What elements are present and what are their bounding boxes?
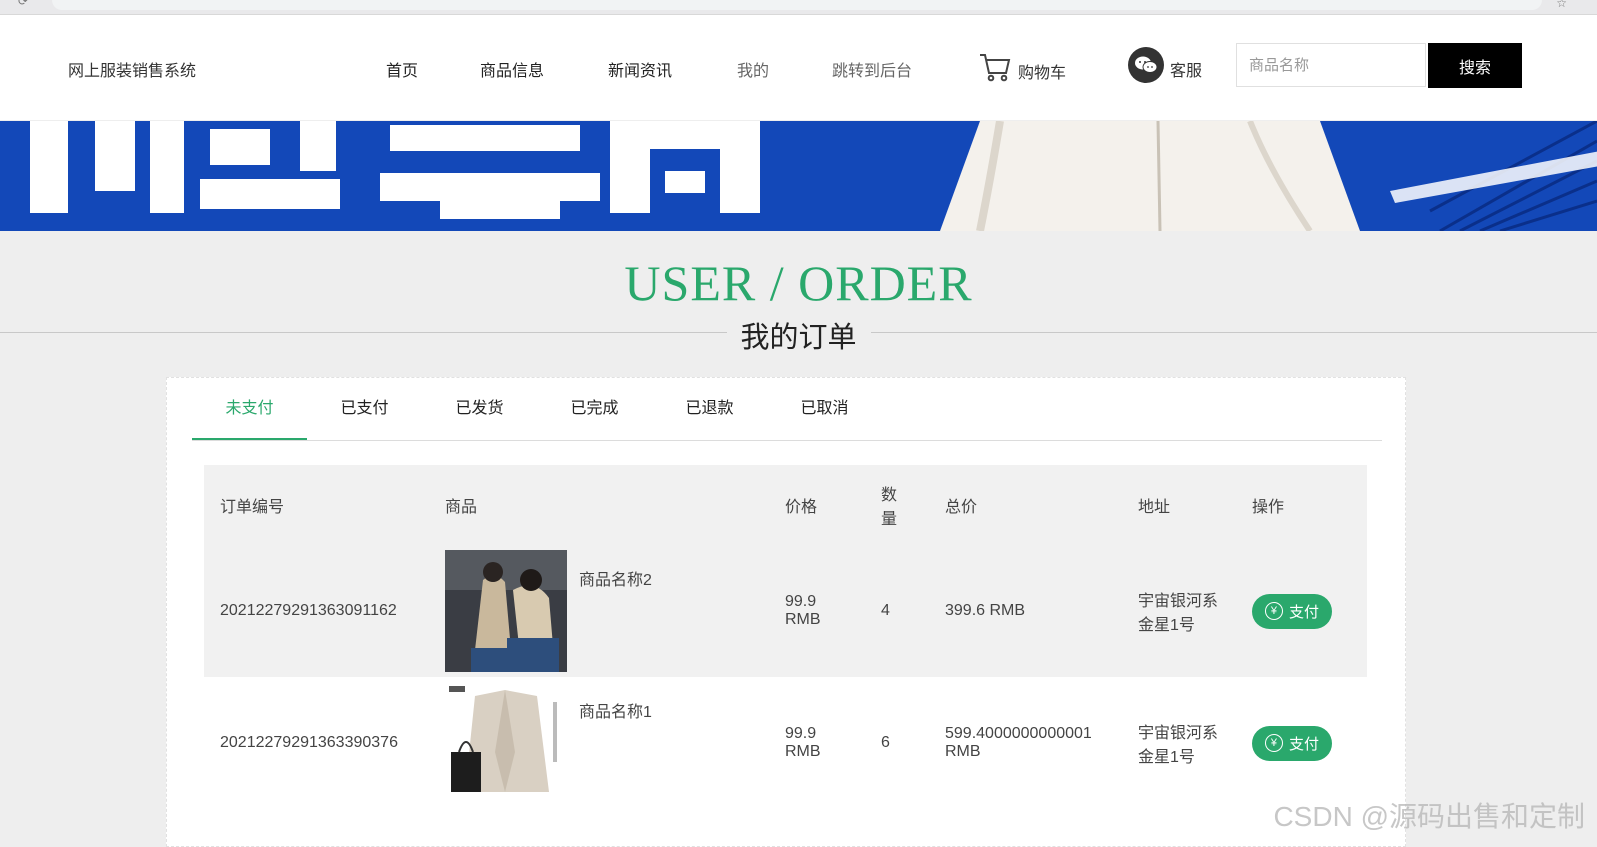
- promo-banner: [0, 121, 1597, 231]
- nav-mine[interactable]: 我的: [737, 57, 769, 81]
- col-header-address: 地址: [1138, 499, 1171, 516]
- product-cell: 商品名称1: [445, 682, 753, 804]
- tab-shipped[interactable]: 已发货: [422, 378, 537, 439]
- product-name[interactable]: 商品名称1: [579, 698, 652, 722]
- order-status-tabs: 未支付 已支付 已发货 已完成 已退款 已取消: [192, 378, 1382, 441]
- tab-cancelled[interactable]: 已取消: [767, 378, 882, 439]
- bookmark-star-icon[interactable]: ☆: [1556, 0, 1567, 10]
- nav-home[interactable]: 首页: [386, 57, 418, 81]
- pay-label: 支付: [1288, 735, 1319, 753]
- address-bar[interactable]: [52, 0, 1542, 10]
- browser-toolbar: ⟳ ☆: [0, 0, 1597, 15]
- col-header-product: 商品: [445, 499, 478, 516]
- customer-service-link[interactable]: 客服: [1128, 47, 1202, 83]
- orders-table: 订单编号 商品 价格 数量 总价 地址 操作 20212279291363091…: [204, 465, 1367, 809]
- nav-products[interactable]: 商品信息: [480, 57, 544, 81]
- quantity: 4: [881, 602, 890, 619]
- search-button[interactable]: 搜索: [1428, 43, 1522, 88]
- col-header-qty: 数量: [881, 487, 898, 528]
- product-name[interactable]: 商品名称2: [579, 566, 652, 590]
- product-image[interactable]: [445, 550, 567, 672]
- watermark: CSDN @源码出售和定制: [1273, 801, 1585, 832]
- price: 99.9 RMB: [785, 725, 821, 760]
- table-row: 20212279291363390376 商品名称1 99.9 RMB 6 59…: [204, 677, 1367, 809]
- price: 99.9 RMB: [785, 593, 821, 628]
- address: 宇宙银河系金星1号: [1138, 725, 1219, 766]
- order-number: 20212279291363091162: [220, 602, 397, 619]
- service-label: 客服: [1170, 63, 1203, 80]
- cart-link[interactable]: 购物车: [978, 51, 1066, 83]
- col-header-price: 价格: [785, 499, 818, 516]
- section-subtitle: 我的订单: [726, 314, 871, 356]
- search-input[interactable]: [1236, 43, 1426, 87]
- reload-icon[interactable]: ⟳: [18, 0, 28, 8]
- total-price: 599.4000000000001 RMB: [945, 725, 1092, 760]
- tab-unpaid[interactable]: 未支付: [192, 378, 307, 440]
- pay-button[interactable]: ¥ 支付: [1252, 593, 1332, 629]
- shopping-cart-icon: [980, 54, 1011, 82]
- pay-label: 支付: [1288, 603, 1319, 621]
- col-header-total: 总价: [945, 499, 978, 516]
- tab-completed[interactable]: 已完成: [537, 378, 652, 439]
- product-cell: 商品名称2: [445, 550, 753, 672]
- pay-button[interactable]: ¥ 支付: [1252, 725, 1332, 761]
- tab-refunded[interactable]: 已退款: [652, 378, 767, 439]
- order-number: 20212279291363390376: [220, 734, 398, 751]
- cart-label: 购物车: [1018, 65, 1067, 82]
- table-header-row: 订单编号 商品 价格 数量 总价 地址 操作: [204, 465, 1367, 545]
- site-header: 网上服装销售系统 首页 商品信息 新闻资讯 我的 跳转到后台 购物车 客服 搜索: [0, 15, 1597, 120]
- table-row: 20212279291363091162 商品名称2 99.9 RMB 4 39…: [204, 545, 1367, 677]
- yen-icon: ¥: [1264, 734, 1283, 752]
- banner-graphic: [0, 121, 1597, 231]
- product-image[interactable]: [445, 682, 567, 804]
- address: 宇宙银河系金星1号: [1138, 593, 1219, 634]
- yen-icon: ¥: [1264, 602, 1283, 620]
- col-header-order-no: 订单编号: [220, 499, 285, 516]
- orders-card: 未支付 已支付 已发货 已完成 已退款 已取消 订单编号 商品 价格 数量 总价…: [166, 377, 1406, 847]
- quantity: 6: [881, 734, 890, 751]
- total-price: 399.6 RMB: [945, 602, 1026, 619]
- section-title: USER / ORDER: [624, 255, 973, 311]
- nav-admin[interactable]: 跳转到后台: [832, 57, 912, 81]
- tab-paid[interactable]: 已支付: [307, 378, 422, 439]
- col-header-action: 操作: [1252, 499, 1285, 516]
- wechat-icon: [1128, 47, 1164, 83]
- nav-news[interactable]: 新闻资讯: [608, 57, 672, 81]
